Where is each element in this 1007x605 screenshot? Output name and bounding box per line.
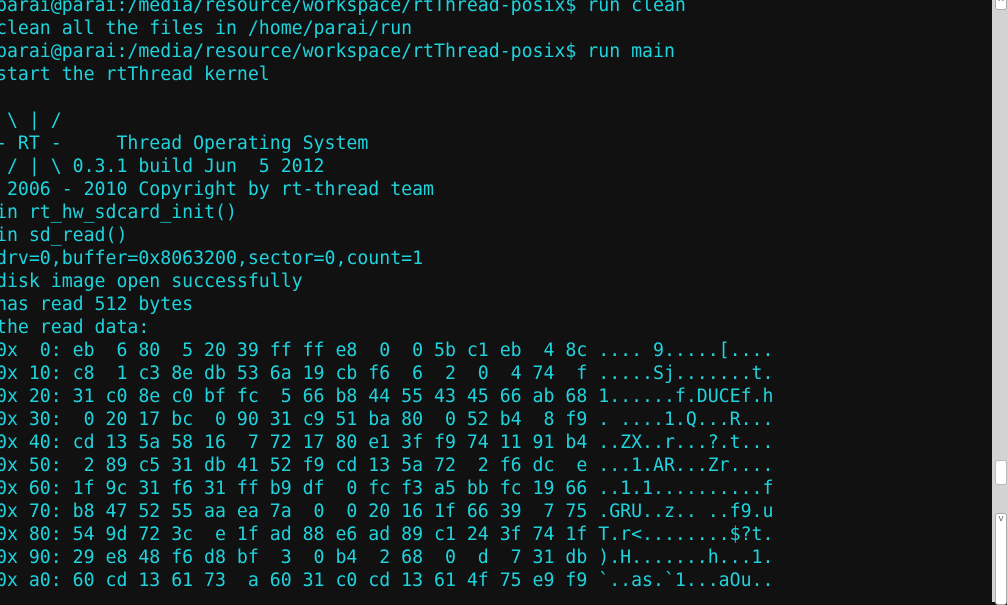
terminal-line: start the rtThread kernel [0,64,270,85]
terminal-line: 0x 70: b8 47 52 55 aa ea 7a 0 0 20 16 1f… [0,501,774,522]
terminal-line: the read data: [0,317,150,338]
terminal-line: parai@parai:/media/resource/workspace/rt… [0,0,686,16]
terminal-line: / | \ 0.3.1 build Jun 5 2012 [0,156,325,177]
terminal-output[interactable]: parai@parai:/media/resource/workspace/rt… [0,0,992,602]
vertical-scrollbar[interactable]: ^ v [992,0,1007,605]
scrollbar-thumb[interactable] [995,460,1007,485]
terminal-line: 0x 30: 0 20 17 bc 0 90 31 c9 51 ba 80 0 … [0,409,774,430]
terminal-line: in rt_hw_sdcard_init() [0,202,237,223]
terminal-line: in sd_read() [0,225,128,246]
terminal-line: 0x 10: c8 1 c3 8e db 53 6a 19 cb f6 6 2 … [0,363,774,384]
chevron-up-icon: ^ [997,0,1005,8]
terminal-line: 0x 60: 1f 9c 31 f6 31 ff b9 df 0 fc f3 a… [0,478,774,499]
terminal-line: 0x 90: 29 e8 48 f6 d8 bf 3 0 b4 2 68 0 d… [0,547,774,568]
terminal-line: drv=0,buffer=0x8063200,sector=0,count=1 [0,248,424,269]
terminal-line: has read 512 bytes [0,294,194,315]
terminal-line: 0x a0: 60 cd 13 61 73 a 60 31 c0 cd 13 6… [0,570,774,591]
chevron-down-icon: v [998,514,1004,524]
terminal-line: 0x 20: 31 c0 8e c0 bf fc 5 66 b8 44 55 4… [0,386,774,407]
terminal-line: clean all the files in /home/parai/run [0,18,413,39]
terminal-line: 0x 80: 54 9d 72 3c e 1f ad 88 e6 ad 89 c… [0,524,774,545]
terminal-line: 0x 0: eb 6 80 5 20 39 ff ff e8 0 0 5b c1… [0,340,774,361]
terminal-line: 2006 - 2010 Copyright by rt-thread team [0,179,434,200]
scroll-up-button[interactable]: ^ [995,0,1007,10]
scroll-down-button[interactable]: v [995,513,1007,605]
terminal-line: parai@parai:/media/resource/workspace/rt… [0,41,675,62]
terminal-line: 0x 50: 2 89 c5 31 db 41 52 f9 cd 13 5a 7… [0,455,774,476]
terminal-line: disk image open successfully [0,271,303,292]
terminal-line: - RT - Thread Operating System [0,133,369,154]
terminal-line: 0x 40: cd 13 5a 58 16 7 72 17 80 e1 3f f… [0,432,774,453]
terminal-line: \ | / [0,110,62,131]
